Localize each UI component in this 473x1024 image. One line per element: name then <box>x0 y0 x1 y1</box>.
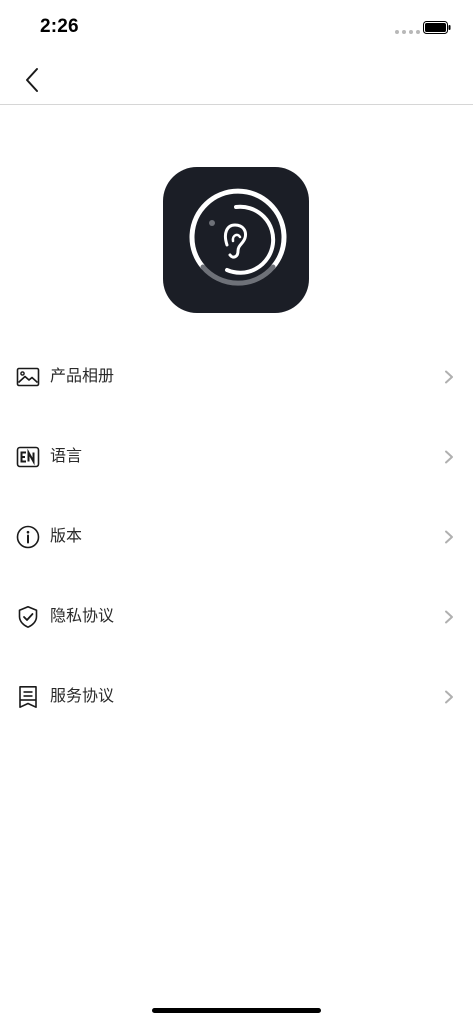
chevron-right-icon <box>445 450 453 464</box>
menu-item-label: 语言 <box>50 448 83 465</box>
settings-menu: 产品相册 语言 版本 隐私协议 服务协议 <box>0 337 473 737</box>
battery-full-icon <box>423 21 451 34</box>
en-language-icon <box>16 446 40 468</box>
navigation-bar <box>0 56 473 105</box>
menu-item-privacy-policy[interactable]: 隐私协议 <box>0 577 473 657</box>
menu-item-product-album[interactable]: 产品相册 <box>0 337 473 417</box>
chevron-right-icon <box>445 530 453 544</box>
menu-item-service-agreement[interactable]: 服务协议 <box>0 657 473 737</box>
chevron-right-icon <box>445 690 453 704</box>
menu-item-version[interactable]: 版本 <box>0 497 473 577</box>
menu-item-label: 服务协议 <box>50 688 115 705</box>
chevron-right-icon <box>445 610 453 624</box>
image-icon <box>16 367 40 387</box>
home-indicator[interactable] <box>152 1008 321 1013</box>
back-button[interactable] <box>14 62 50 98</box>
menu-item-label: 产品相册 <box>50 368 115 385</box>
app-logo <box>163 167 309 313</box>
signal-dots-icon <box>395 30 420 34</box>
shield-check-icon <box>18 606 38 628</box>
document-icon <box>19 686 37 708</box>
ear-hearing-icon <box>189 188 287 286</box>
menu-item-label: 隐私协议 <box>50 608 115 625</box>
menu-item-language[interactable]: 语言 <box>0 417 473 497</box>
menu-item-label: 版本 <box>50 528 83 545</box>
status-time: 2:26 <box>40 16 79 37</box>
info-circle-icon <box>16 525 40 549</box>
status-bar: 2:26 <box>0 0 473 56</box>
chevron-left-icon <box>26 68 38 92</box>
chevron-right-icon <box>445 370 453 384</box>
